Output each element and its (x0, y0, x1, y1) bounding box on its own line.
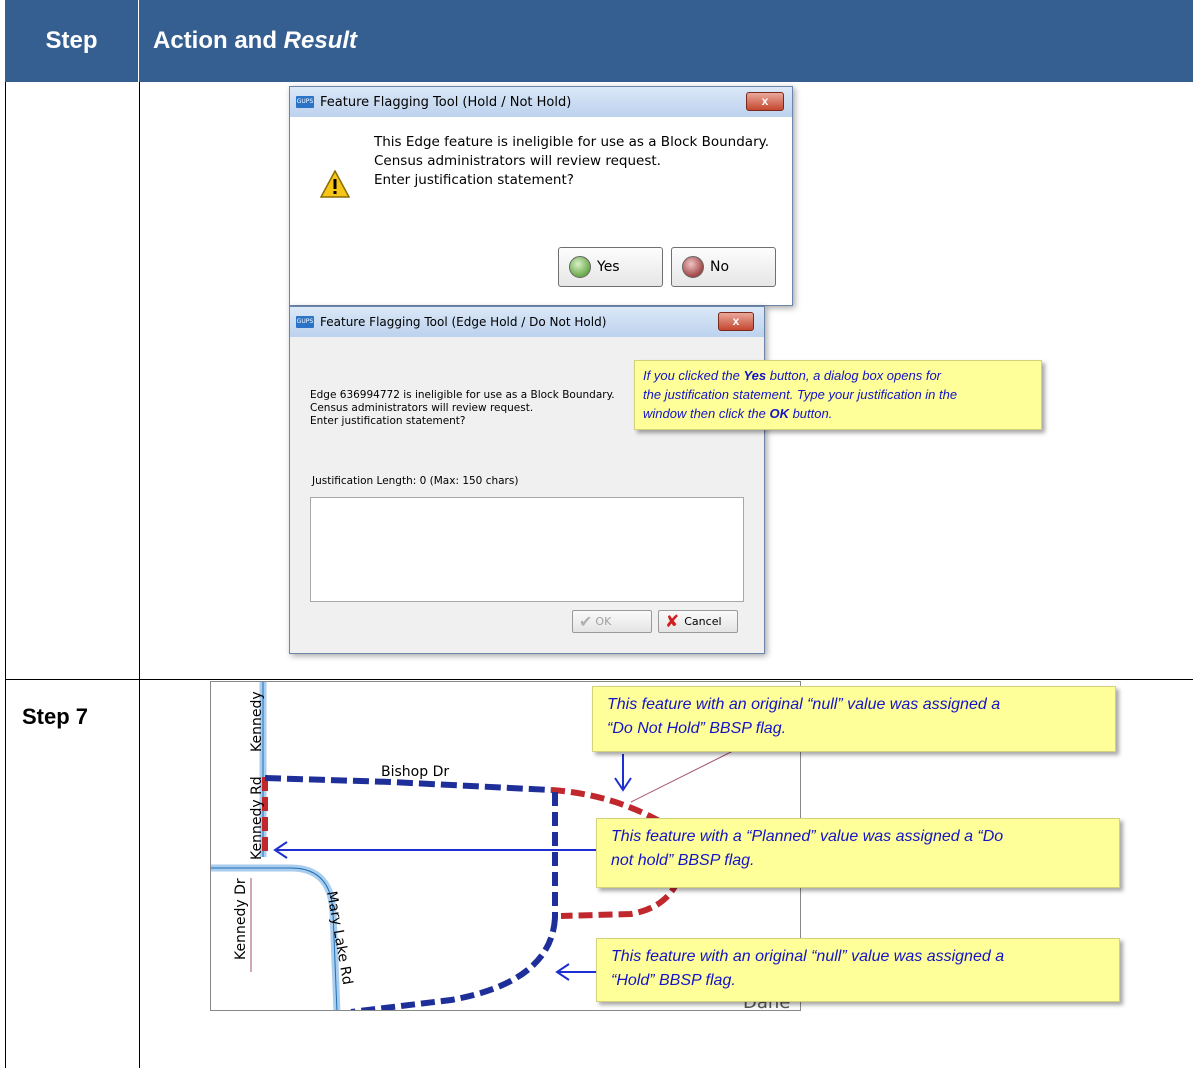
header-result: Result (283, 27, 358, 54)
app-icon: GUPS (296, 316, 314, 328)
callout-line: “Do Not Hold” BBSP flag. (607, 720, 787, 737)
no-button[interactable]: No (671, 247, 776, 287)
app-icon: GUPS (296, 96, 314, 108)
no-label: No (710, 259, 730, 275)
step-7-label: Step 7 (22, 704, 89, 729)
close-button[interactable]: x (718, 312, 754, 331)
justification-length: Justification Length: 0 (Max: 150 chars) (312, 475, 519, 487)
map-label-kennedy-rd: Kennedy Rd (249, 776, 265, 860)
border-column (139, 82, 140, 1068)
x-icon: ✘ (665, 611, 680, 632)
hold-dialog-title: Feature Flagging Tool (Hold / Not Hold) (320, 94, 572, 110)
ok-label: OK (595, 615, 612, 628)
header-step: Step (5, 0, 139, 82)
callout-line: This feature with an original “null” val… (611, 948, 1005, 965)
cancel-button[interactable]: ✘ Cancel (658, 610, 738, 633)
kennedy-dr-centerline (211, 867, 338, 1010)
kennedy-dr-road (211, 864, 341, 1010)
yes-button[interactable]: Yes (558, 247, 663, 287)
yes-instruction-callout: If you clicked the Yes button, a dialog … (634, 360, 1042, 430)
map-label-kennedy-dr: Kennedy Dr (233, 878, 249, 960)
callout-line: If you clicked the Yes button, a dialog … (643, 368, 942, 383)
message-line: Edge 636994772 is ineligible for use as … (310, 389, 615, 401)
message-line: Enter justification statement? (310, 415, 466, 427)
message-line: Census administrators will review reques… (310, 402, 534, 414)
justification-input[interactable] (310, 497, 744, 602)
close-button[interactable]: x (746, 92, 784, 111)
check-icon: ✔ (579, 612, 593, 631)
message-line: This Edge feature is ineligible for use … (374, 134, 769, 150)
callout-line: “Hold” BBSP flag. (611, 972, 736, 989)
justification-dialog-titlebar: GUPS Feature Flagging Tool (Edge Hold / … (290, 307, 764, 337)
ok-button[interactable]: ✔ OK (572, 610, 652, 633)
map-callout-planned: This feature with a “Planned” value was … (596, 818, 1120, 888)
green-circle-icon (569, 256, 591, 278)
justification-dialog: GUPS Feature Flagging Tool (Edge Hold / … (289, 306, 765, 654)
map-label-kennedy: Kennedy (249, 691, 265, 752)
message-line: Enter justification statement? (374, 172, 574, 188)
map-callout-do-not-hold: This feature with an original “null” val… (592, 686, 1116, 752)
warning-icon (320, 170, 350, 198)
map-label-bishop: Bishop Dr (381, 764, 449, 780)
hold-dialog: GUPS Feature Flagging Tool (Hold / Not H… (289, 86, 793, 306)
justification-message: Edge 636994772 is ineligible for use as … (310, 389, 615, 428)
message-line: Census administrators will review reques… (374, 153, 661, 169)
cancel-label: Cancel (684, 615, 722, 628)
hold-south-segment (350, 917, 558, 1010)
hold-dialog-titlebar: GUPS Feature Flagging Tool (Hold / Not H… (290, 87, 792, 117)
map-callout-hold: This feature with an original “null” val… (596, 938, 1120, 1002)
callout-line: not hold” BBSP flag. (611, 852, 755, 869)
header-action: Action and Result (139, 0, 1193, 82)
hold-dialog-message: This Edge feature is ineligible for use … (374, 133, 769, 190)
yes-label: Yes (597, 259, 620, 275)
justification-dialog-title: Feature Flagging Tool (Edge Hold / Do No… (320, 315, 607, 329)
callout-line: the justification statement. Type your j… (643, 387, 958, 402)
callout-line: This feature with an original “null” val… (607, 696, 1001, 713)
border-left (5, 82, 6, 1068)
row-divider (5, 679, 1193, 680)
callout-line: window then click the OK button. (643, 406, 833, 421)
callout-line: This feature with a “Planned” value was … (611, 828, 1004, 845)
red-circle-icon (682, 256, 704, 278)
map-label-mary-lake: Mary Lake Rd (323, 890, 355, 986)
